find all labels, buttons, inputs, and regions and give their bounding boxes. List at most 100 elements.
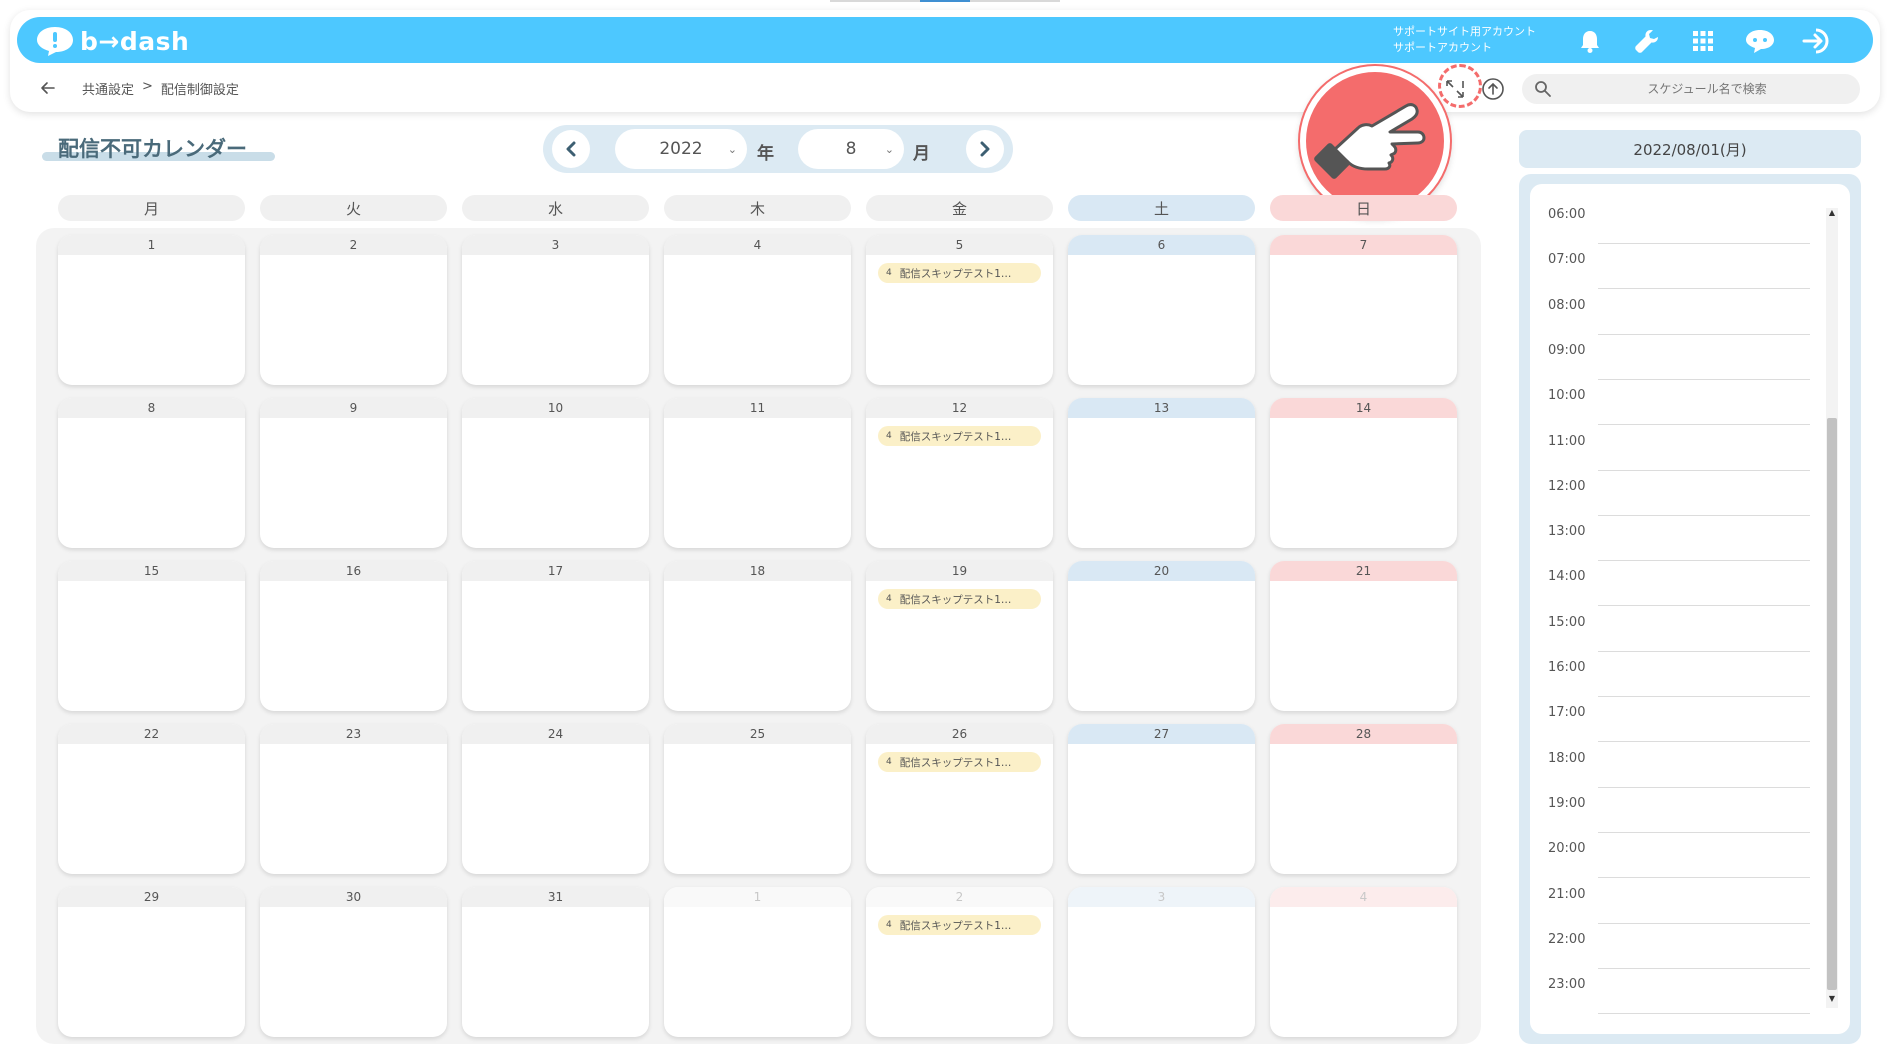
time-slot-label: 09:00 xyxy=(1548,342,1586,358)
time-slot-divider xyxy=(1598,786,1810,788)
search-box[interactable] xyxy=(1522,74,1860,104)
calendar-day-cell[interactable]: 26 4 配信スキップテスト1… xyxy=(866,724,1053,874)
calendar-day-cell[interactable]: 22 xyxy=(58,724,245,874)
day-number: 2 xyxy=(866,887,1053,907)
time-slot-label: 19:00 xyxy=(1548,795,1586,811)
bell-icon[interactable] xyxy=(1573,24,1607,58)
breadcrumb-item-common[interactable]: 共通設定 xyxy=(82,79,134,98)
day-number: 26 xyxy=(866,724,1053,744)
schedule-event-chip[interactable]: 4 配信スキップテスト1… xyxy=(878,589,1041,609)
time-slot-row[interactable]: 15:00 xyxy=(1548,615,1810,660)
wrench-icon[interactable] xyxy=(1630,24,1664,58)
calendar-day-cell[interactable]: 18 xyxy=(664,561,851,711)
search-input[interactable] xyxy=(1562,74,1852,104)
time-slot-divider xyxy=(1598,831,1810,833)
scroll-down-arrow-icon[interactable]: ▼ xyxy=(1826,994,1838,1003)
calendar-day-cell[interactable]: 14 xyxy=(1270,398,1457,548)
calendar-day-cell[interactable]: 17 xyxy=(462,561,649,711)
calendar-day-cell[interactable]: 27 xyxy=(1068,724,1255,874)
time-slot-row[interactable]: 17:00 xyxy=(1548,705,1810,750)
event-label: 配信スキップテスト1… xyxy=(899,267,1012,280)
time-slot-row[interactable]: 20:00 xyxy=(1548,841,1810,886)
calendar-day-cell[interactable]: 6 xyxy=(1068,235,1255,385)
upload-icon[interactable] xyxy=(1480,76,1506,102)
time-slot-row[interactable]: 19:00 xyxy=(1548,796,1810,841)
next-month-button[interactable] xyxy=(966,130,1004,168)
calendar-day-cell[interactable]: 29 xyxy=(58,887,245,1037)
day-number: 19 xyxy=(866,561,1053,581)
day-number: 31 xyxy=(462,887,649,907)
time-slot-row[interactable]: 12:00 xyxy=(1548,479,1810,524)
breadcrumb-item-delivery: 配信制御設定 xyxy=(160,83,239,98)
time-slot-row[interactable]: 23:00 xyxy=(1548,977,1810,1022)
calendar-day-cell[interactable]: 7 xyxy=(1270,235,1457,385)
calendar-day-cell[interactable]: 13 xyxy=(1068,398,1255,548)
calendar-day-cell[interactable]: 4 xyxy=(664,235,851,385)
calendar-day-cell[interactable]: 8 xyxy=(58,398,245,548)
time-slot-row[interactable]: 16:00 xyxy=(1548,660,1810,705)
calendar-day-cell[interactable]: 25 xyxy=(664,724,851,874)
calendar-day-cell[interactable]: 20 xyxy=(1068,561,1255,711)
calendar-day-cell[interactable]: 3 xyxy=(1068,887,1255,1037)
logout-icon[interactable] xyxy=(1800,24,1834,58)
grid-icon[interactable] xyxy=(1686,24,1720,58)
weekday-label: 月 xyxy=(58,195,245,221)
calendar-day-cell[interactable]: 5 4 配信スキップテスト1… xyxy=(866,235,1053,385)
schedule-event-chip[interactable]: 4 配信スキップテスト1… xyxy=(878,915,1041,935)
calendar-day-cell[interactable]: 24 xyxy=(462,724,649,874)
time-slot-row[interactable]: 14:00 xyxy=(1548,569,1810,614)
calendar-day-cell[interactable]: 31 xyxy=(462,887,649,1037)
time-slot-row[interactable]: 18:00 xyxy=(1548,751,1810,796)
calendar-day-cell[interactable]: 15 xyxy=(58,561,245,711)
day-number: 8 xyxy=(58,398,245,418)
time-slot-label: 17:00 xyxy=(1548,705,1586,721)
calendar-day-cell[interactable]: 21 xyxy=(1270,561,1457,711)
day-number: 23 xyxy=(260,724,447,744)
calendar-day-cell[interactable]: 2 xyxy=(260,235,447,385)
calendar-day-cell[interactable]: 19 4 配信スキップテスト1… xyxy=(866,561,1053,711)
day-number: 27 xyxy=(1068,724,1255,744)
calendar-day-cell[interactable]: 1 xyxy=(58,235,245,385)
chat-bot-icon[interactable] xyxy=(1743,24,1777,58)
schedule-event-chip[interactable]: 4 配信スキップテスト1… xyxy=(878,426,1041,446)
calendar-day-cell[interactable]: 9 xyxy=(260,398,447,548)
time-slot-row[interactable]: 13:00 xyxy=(1548,524,1810,569)
back-arrow-icon[interactable] xyxy=(38,78,58,98)
time-slot-divider xyxy=(1598,922,1810,924)
prev-month-button[interactable] xyxy=(552,130,590,168)
day-number: 9 xyxy=(260,398,447,418)
time-slot-row[interactable]: 06:00 xyxy=(1548,207,1810,252)
account-line-1: サポートサイト用アカウント xyxy=(1393,25,1536,38)
calendar-day-cell[interactable]: 30 xyxy=(260,887,447,1037)
time-slot-divider xyxy=(1598,424,1810,426)
time-slot-row[interactable]: 21:00 xyxy=(1548,887,1810,932)
time-slot-row[interactable]: 07:00 xyxy=(1548,252,1810,297)
time-slot-row[interactable]: 22:00 xyxy=(1548,932,1810,977)
calendar-day-cell[interactable]: 23 xyxy=(260,724,447,874)
calendar-day-cell[interactable]: 12 4 配信スキップテスト1… xyxy=(866,398,1053,548)
calendar-day-cell[interactable]: 16 xyxy=(260,561,447,711)
time-slot-row[interactable]: 09:00 xyxy=(1548,343,1810,388)
calendar-day-cell[interactable]: 2 4 配信スキップテスト1… xyxy=(866,887,1053,1037)
time-slot-label: 15:00 xyxy=(1548,614,1586,630)
schedule-event-chip[interactable]: 4 配信スキップテスト1… xyxy=(878,263,1041,283)
time-list[interactable]: 06:00 07:00 08:00 09:00 10:00 11:00 12:00 13:00… xyxy=(1530,184,1850,1034)
calendar-day-cell[interactable]: 10 xyxy=(462,398,649,548)
year-select[interactable]: 2022 ⌄ xyxy=(615,129,747,169)
calendar-day-cell[interactable]: 11 xyxy=(664,398,851,548)
logo[interactable]: b→dash xyxy=(36,25,189,57)
time-slot-row[interactable]: 10:00 xyxy=(1548,388,1810,433)
time-slot-row[interactable]: 08:00 xyxy=(1548,298,1810,343)
month-select[interactable]: 8 ⌄ xyxy=(798,129,904,169)
calendar-day-cell[interactable]: 4 xyxy=(1270,887,1457,1037)
calendar-day-cell[interactable]: 3 xyxy=(462,235,649,385)
scroll-up-arrow-icon[interactable]: ▲ xyxy=(1826,208,1838,217)
schedule-event-chip[interactable]: 4 配信スキップテスト1… xyxy=(878,752,1041,772)
scrollbar-thumb[interactable] xyxy=(1827,418,1837,990)
time-slot-row[interactable]: 11:00 xyxy=(1548,434,1810,479)
calendar-day-cell[interactable]: 28 xyxy=(1270,724,1457,874)
time-slot-label: 23:00 xyxy=(1548,977,1586,993)
time-slot-divider xyxy=(1598,696,1810,697)
calendar-day-cell[interactable]: 1 xyxy=(664,887,851,1037)
account-info[interactable]: サポートサイト用アカウント サポートアカウント xyxy=(1393,24,1536,56)
